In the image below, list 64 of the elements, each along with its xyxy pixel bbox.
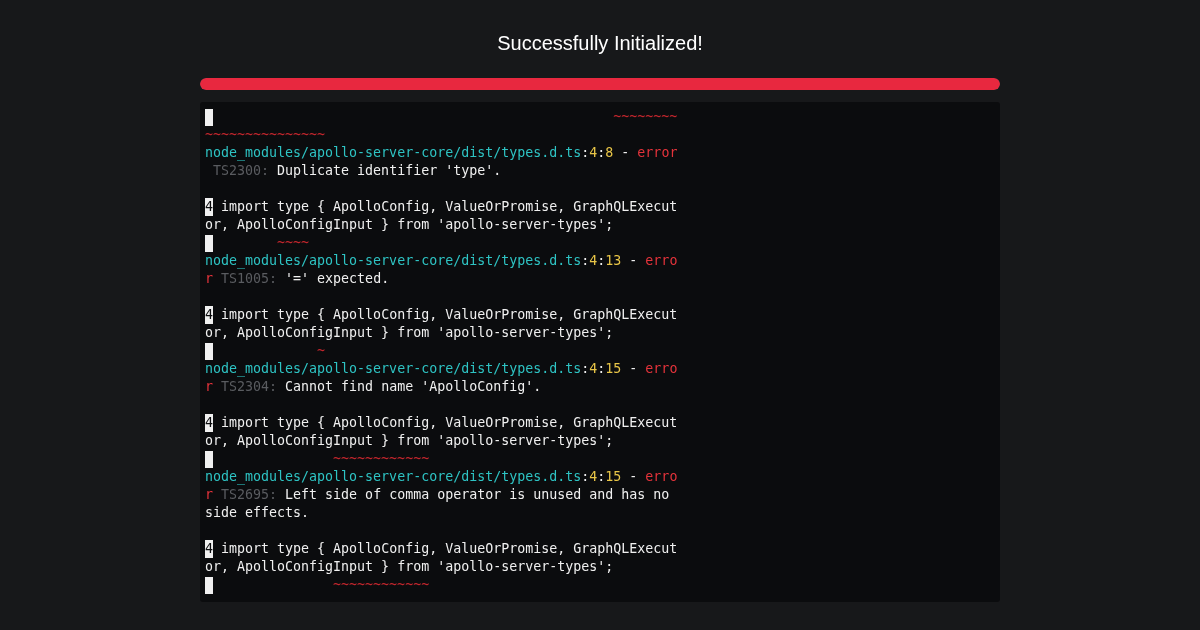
output-text: Left side of comma operator is unused and has no — [284, 486, 670, 504]
output-text: import type { ApolloConfig, ValueOrPromise, GraphQLExecut — [220, 414, 678, 432]
status-heading: Successfully Initialized! — [496, 31, 704, 55]
line-column: 15 — [605, 360, 622, 378]
error-code: TS2304: — [220, 378, 278, 396]
separator-colon: : — [597, 360, 606, 378]
separator-colon: : — [597, 144, 606, 162]
error-label: r — [205, 378, 213, 396]
output-text: - — [620, 144, 631, 162]
line-column: 4 — [589, 144, 598, 162]
error-underline: ~~~~~~~~~~~~ — [332, 450, 430, 468]
cursor-block — [205, 234, 213, 252]
cursor-block — [205, 108, 213, 126]
cursor-block — [205, 576, 213, 594]
output-text: import type { ApolloConfig, ValueOrPromise, GraphQLExecut — [220, 306, 678, 324]
line-column: 15 — [605, 468, 622, 486]
file-path: node_modules/apollo-server-core/dist/types.d.ts — [205, 252, 582, 270]
error-underline: ~~~~ — [276, 234, 310, 252]
separator-colon: : — [597, 468, 606, 486]
error-underline: ~ — [316, 342, 326, 360]
error-label: erro — [645, 252, 678, 270]
output-text: or, ApolloConfigInput } from 'apollo-server-types'; — [205, 432, 614, 450]
file-path: node_modules/apollo-server-core/dist/types.d.ts — [205, 360, 582, 378]
file-path: node_modules/apollo-server-core/dist/types.d.ts — [205, 468, 582, 486]
output-text: - — [628, 360, 639, 378]
error-label: erro — [645, 360, 678, 378]
error-code: TS2300: — [212, 162, 270, 180]
error-code: TS2695: — [220, 486, 278, 504]
separator-colon: : — [581, 360, 590, 378]
line-number: 4 — [205, 540, 213, 558]
error-label: r — [205, 486, 213, 504]
separator-colon: : — [597, 252, 606, 270]
output-text: import type { ApolloConfig, ValueOrPromise, GraphQLExecut — [220, 540, 678, 558]
output-text: import type { ApolloConfig, ValueOrPromise, GraphQLExecut — [220, 198, 678, 216]
error-underline: ~~~~~~~~~~~~~~~ — [205, 126, 326, 144]
line-number: 4 — [205, 198, 213, 216]
line-column: 4 — [589, 468, 598, 486]
error-underline: ~~~~~~~~~~~~ — [332, 576, 430, 594]
output-text: - — [628, 252, 639, 270]
output-text: - — [628, 468, 639, 486]
output-text: or, ApolloConfigInput } from 'apollo-server-types'; — [205, 216, 614, 234]
error-label: r — [205, 270, 213, 288]
file-path: node_modules/apollo-server-core/dist/types.d.ts — [205, 144, 582, 162]
output-text: Cannot find name 'ApolloConfig'. — [284, 378, 542, 396]
line-column: 4 — [589, 252, 598, 270]
separator-colon: : — [581, 252, 590, 270]
cursor-block — [205, 450, 213, 468]
line-number: 4 — [205, 306, 213, 324]
line-column: 4 — [589, 360, 598, 378]
error-label: error — [637, 144, 678, 162]
line-column: 13 — [605, 252, 622, 270]
cursor-block — [205, 342, 213, 360]
error-code: TS1005: — [220, 270, 278, 288]
output-text: Duplicate identifier 'type'. — [276, 162, 502, 180]
separator-colon: : — [581, 468, 590, 486]
line-number: 4 — [205, 414, 213, 432]
line-column: 8 — [605, 144, 614, 162]
separator-colon: : — [581, 144, 590, 162]
error-underline: ~~~~~~~~ — [612, 108, 678, 126]
output-text: or, ApolloConfigInput } from 'apollo-server-types'; — [205, 558, 614, 576]
output-text: '=' expected. — [284, 270, 390, 288]
output-text: side effects. — [205, 504, 310, 522]
output-text: or, ApolloConfigInput } from 'apollo-server-types'; — [205, 324, 614, 342]
error-label: erro — [645, 468, 678, 486]
